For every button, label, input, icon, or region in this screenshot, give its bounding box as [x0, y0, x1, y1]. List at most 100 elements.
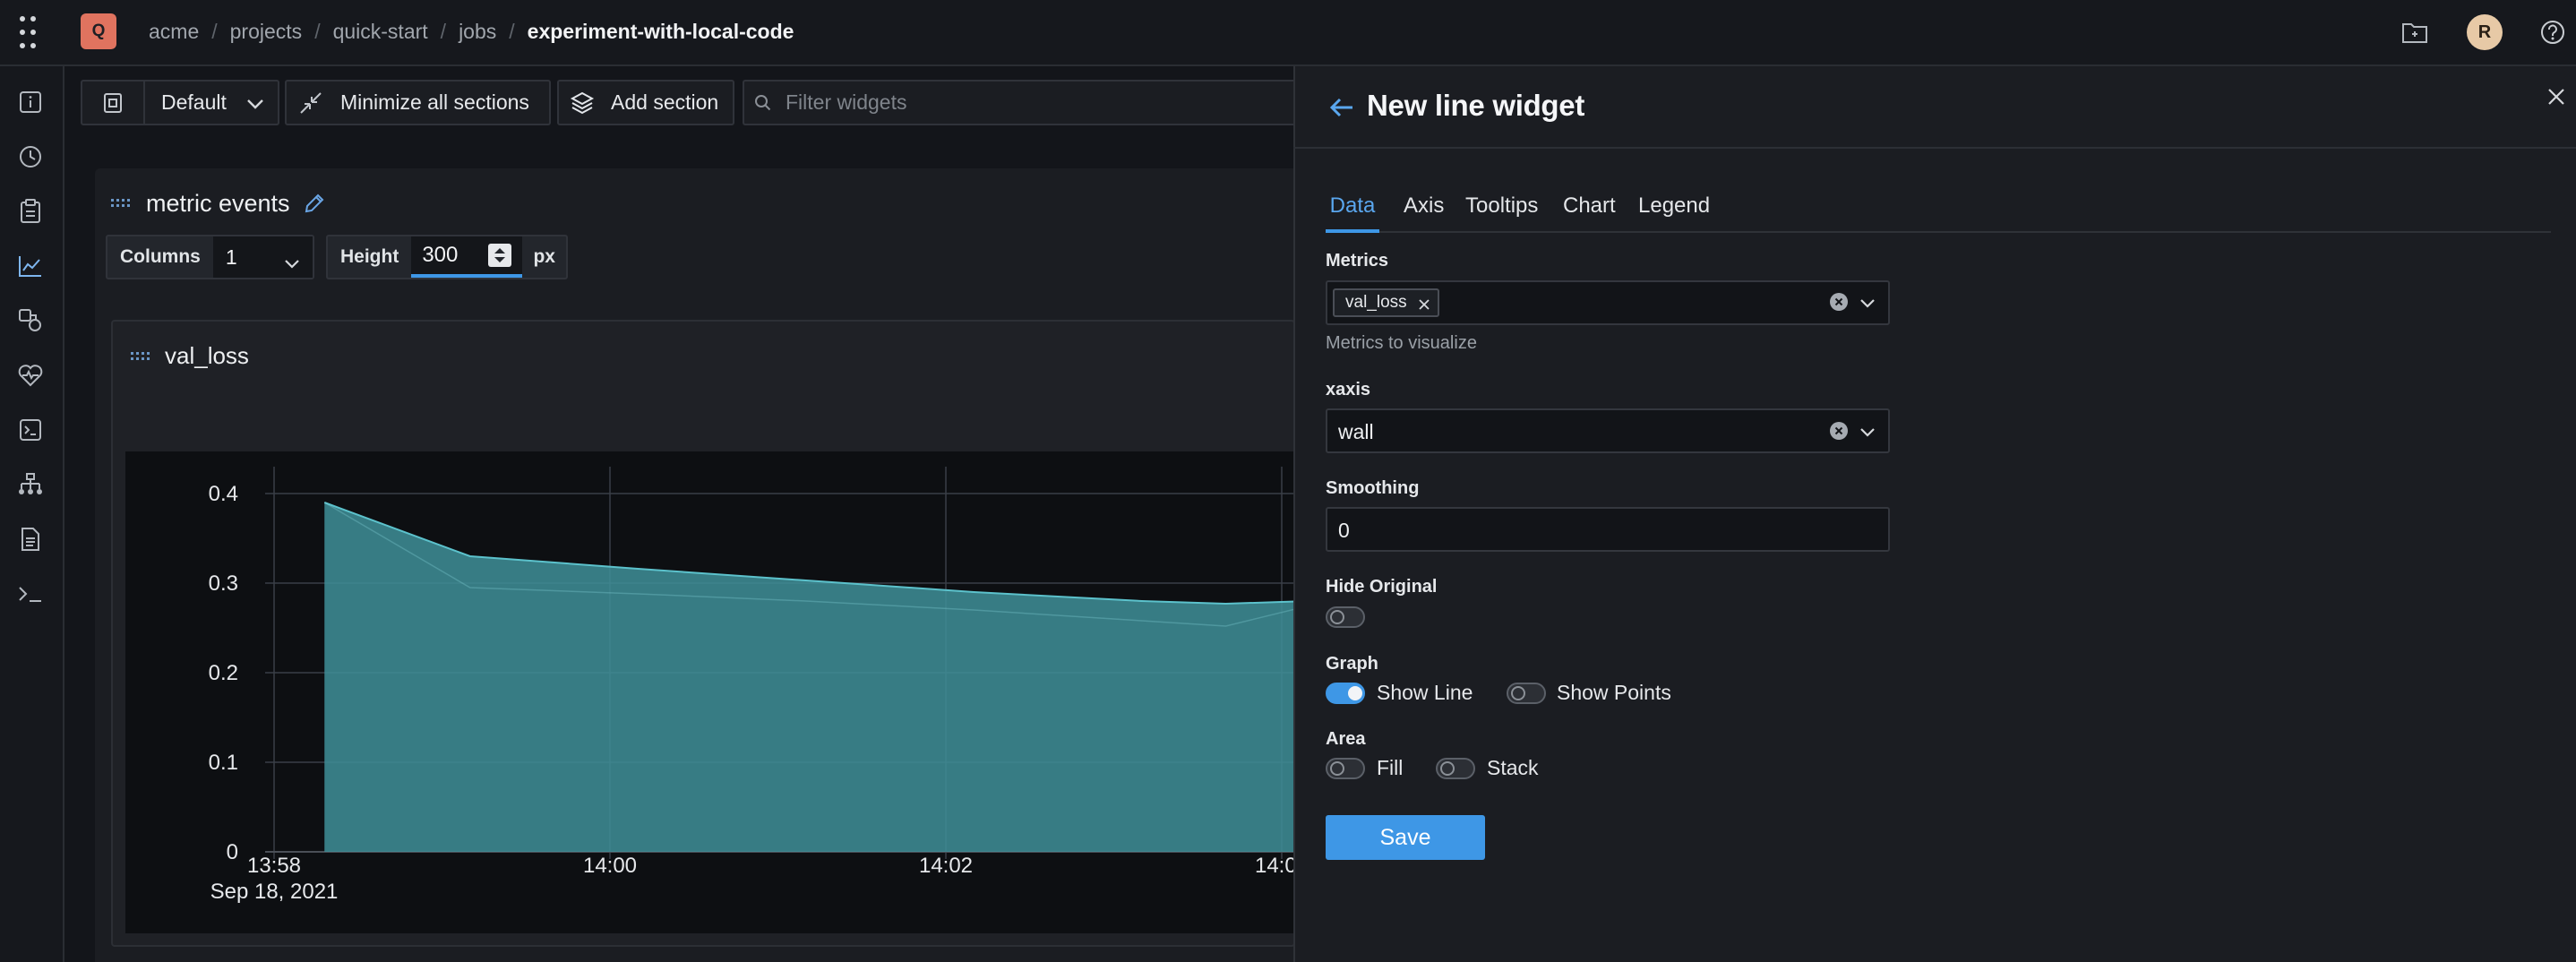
clipboard-icon[interactable] — [14, 195, 47, 228]
chevron-down-icon[interactable] — [1859, 297, 1876, 314]
area-fill — [324, 502, 1310, 852]
hide-original-label: Hide Original — [1326, 577, 1438, 597]
apps-grid-icon[interactable] — [20, 16, 39, 48]
save-view-icon[interactable] — [82, 82, 145, 124]
y-tick-label: 0.3 — [209, 571, 238, 596]
val-loss-chart: 0 0.1 0.2 0.3 0.4 13:58Sep 18, 2021 14:00 14:02… — [209, 467, 1310, 904]
clear-metrics-icon[interactable] — [1830, 293, 1848, 311]
height-label: Height — [340, 246, 399, 267]
view-select-value: Default — [161, 90, 227, 114]
section-title: metric events — [146, 190, 290, 217]
show-line-toggle[interactable] — [1326, 683, 1365, 704]
breadcrumb-current: experiment-with-local-code — [527, 20, 794, 43]
toggle-knob — [1511, 686, 1525, 700]
artifacts-icon[interactable] — [14, 305, 47, 337]
columns-select[interactable]: 1 — [212, 236, 313, 278]
xaxis-value: wall — [1338, 420, 1374, 443]
project-badge[interactable]: Q — [81, 13, 116, 49]
show-points-toggle[interactable] — [1507, 683, 1546, 704]
toggle-knob — [1440, 761, 1455, 776]
chip-remove-icon[interactable] — [1418, 296, 1430, 310]
filter-widgets-placeholder: Filter widgets — [786, 90, 907, 114]
minimize-all-label: Minimize all sections — [340, 90, 529, 114]
arrow-left-icon[interactable] — [1327, 93, 1356, 122]
stepper-icon[interactable] — [488, 244, 512, 267]
help-icon[interactable] — [2537, 16, 2569, 48]
tab-tooltips[interactable]: Tooltips — [1465, 193, 1538, 233]
top-bar: Q acme / projects / quick-start / jobs /… — [0, 0, 2576, 66]
x-tick-date-label: Sep 18, 2021 — [210, 880, 339, 904]
document-icon[interactable] — [14, 523, 47, 555]
toggle-knob — [1348, 686, 1362, 700]
columns-value: 1 — [225, 245, 237, 269]
height-unit: px — [533, 246, 555, 267]
breadcrumb-quick-start[interactable]: quick-start — [333, 20, 428, 44]
breadcrumb-separator: / — [211, 20, 218, 43]
panel-tabs: Data Axis Tooltips Chart Legend — [1326, 193, 2551, 233]
drag-handle-icon[interactable] — [131, 352, 152, 363]
breadcrumb-projects[interactable]: projects — [230, 20, 303, 44]
toggle-knob — [1330, 610, 1344, 624]
layers-icon — [570, 90, 595, 116]
stack-toggle[interactable] — [1436, 758, 1475, 779]
stack-label: Stack — [1487, 756, 1539, 779]
x-tick-label: 13:58 — [247, 854, 301, 878]
chart-icon[interactable] — [14, 250, 47, 282]
breadcrumb-acme[interactable]: acme — [149, 20, 199, 44]
chevron-down-icon — [246, 90, 264, 115]
chevron-down-icon[interactable] — [1859, 426, 1876, 442]
terminal-icon[interactable] — [14, 578, 47, 610]
columns-control: Columns 1 — [106, 235, 314, 279]
clear-xaxis-icon[interactable] — [1830, 422, 1848, 440]
smoothing-value: 0 — [1338, 519, 1350, 542]
folder-icon[interactable] — [2399, 16, 2431, 48]
filter-widgets-input[interactable]: Filter widgets — [743, 80, 1300, 125]
tab-axis[interactable]: Axis — [1404, 193, 1444, 233]
clock-icon[interactable] — [14, 141, 47, 173]
columns-label: Columns — [120, 246, 201, 267]
height-input[interactable]: 300 — [411, 236, 523, 278]
breadcrumb-separator: / — [509, 20, 515, 43]
y-tick-label: 0.1 — [209, 751, 238, 775]
show-points-label: Show Points — [1557, 681, 1671, 704]
tab-data[interactable]: Data — [1326, 193, 1379, 233]
hierarchy-icon[interactable] — [14, 468, 47, 501]
breadcrumb: acme / projects / quick-start / jobs / e… — [149, 20, 794, 44]
panel-title: New line widget — [1367, 89, 1585, 122]
metric-chip[interactable]: val_loss — [1333, 288, 1439, 317]
user-avatar[interactable]: R — [2467, 14, 2503, 50]
chart-area: 0 0.1 0.2 0.3 0.4 13:58 Sep 18, 2021 14:00 14:02… — [125, 451, 1310, 933]
widget-title: val_loss — [165, 342, 249, 369]
breadcrumb-jobs[interactable]: jobs — [459, 20, 496, 44]
console-icon[interactable] — [14, 414, 47, 446]
add-section-button[interactable]: Add section — [557, 80, 734, 125]
hide-original-toggle[interactable] — [1326, 606, 1365, 628]
metrics-hint: Metrics to visualize — [1326, 333, 1477, 353]
tab-legend[interactable]: Legend — [1638, 193, 1710, 233]
smoothing-input[interactable] — [1326, 507, 1890, 552]
close-icon[interactable] — [2546, 86, 2567, 107]
x-tick-label: 14:00 — [583, 854, 637, 878]
tab-chart[interactable]: Chart — [1563, 193, 1616, 233]
add-section-label: Add section — [611, 90, 719, 114]
pencil-icon[interactable] — [303, 192, 326, 215]
metric-chip-label: val_loss — [1345, 293, 1407, 312]
graph-label: Graph — [1326, 654, 1378, 674]
xaxis-select[interactable] — [1326, 408, 1890, 453]
drag-handle-icon[interactable] — [111, 199, 133, 210]
show-line-label: Show Line — [1377, 681, 1473, 704]
breadcrumb-separator: / — [440, 20, 447, 43]
info-icon[interactable] — [14, 86, 47, 118]
xaxis-label: xaxis — [1326, 380, 1371, 399]
fill-label: Fill — [1377, 756, 1404, 779]
x-tick-label: 14:04 — [1255, 854, 1295, 878]
y-tick-label: 0 — [227, 840, 238, 864]
y-tick-label: 0.4 — [209, 482, 238, 506]
save-button[interactable]: Save — [1326, 815, 1485, 860]
heart-monitor-icon[interactable] — [14, 359, 47, 391]
toggle-knob — [1330, 761, 1344, 776]
view-select[interactable]: Default — [81, 80, 279, 125]
height-value: 300 — [422, 243, 459, 267]
minimize-all-button[interactable]: Minimize all sections — [285, 80, 551, 125]
fill-toggle[interactable] — [1326, 758, 1365, 779]
